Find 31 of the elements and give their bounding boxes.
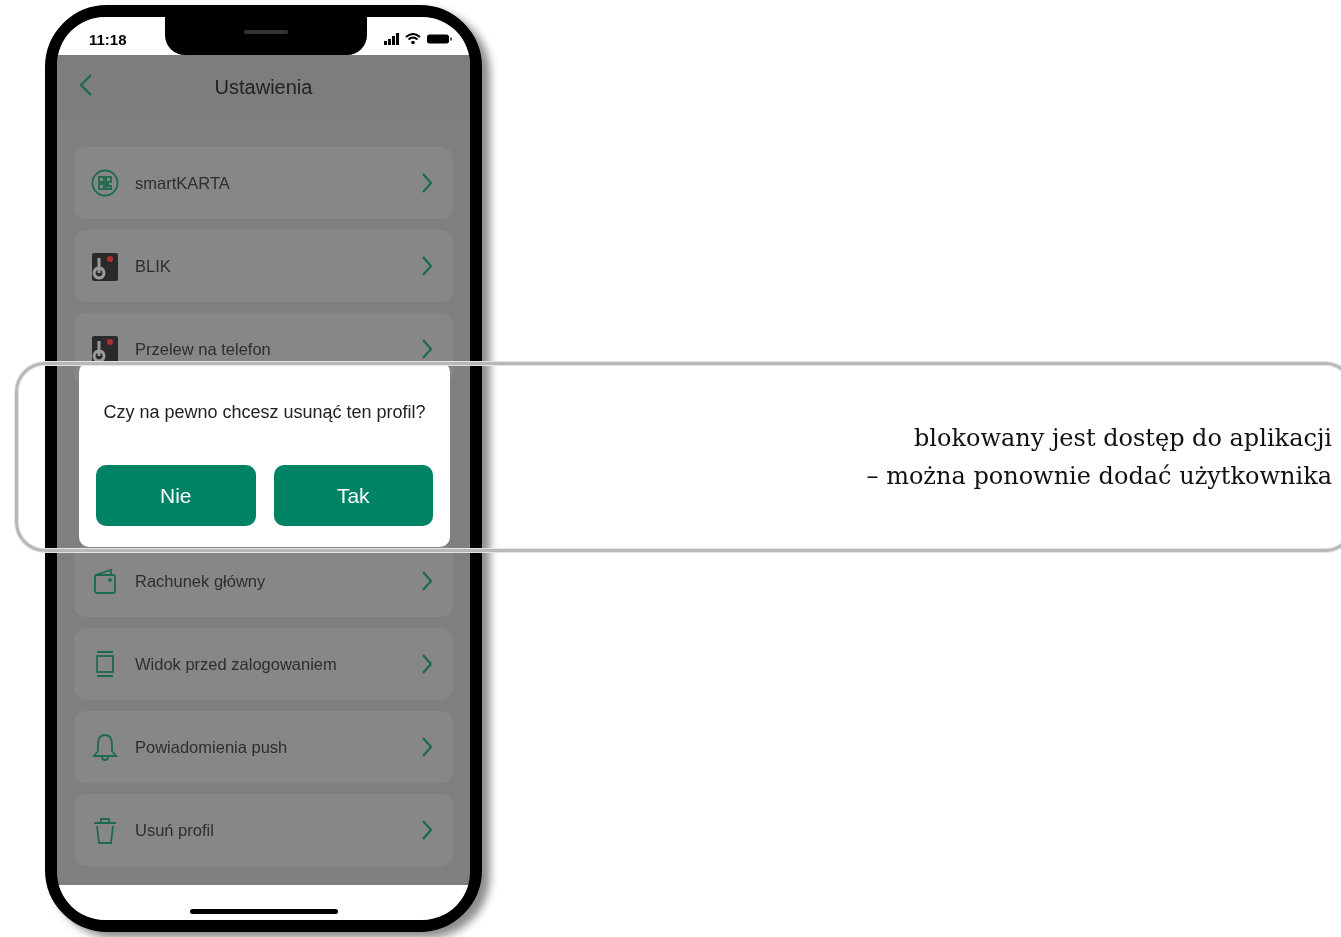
- chevron-right-icon: [421, 338, 433, 360]
- signal-icon: [384, 33, 399, 45]
- home-indicator[interactable]: [189, 909, 338, 914]
- settings-row[interactable]: Powiadomienia push: [74, 711, 453, 783]
- status-time: 11:18: [89, 30, 127, 48]
- dialog-button[interactable]: Nie: [96, 465, 256, 526]
- wallet-icon: [91, 566, 119, 596]
- back-icon[interactable]: [79, 73, 93, 97]
- b-logo-icon: [91, 251, 119, 281]
- trash-icon: [91, 815, 119, 845]
- chevron-right-icon: [421, 736, 433, 758]
- qr-code-icon: [91, 168, 119, 198]
- chevron-right-icon: [421, 570, 433, 592]
- settings-row[interactable]: smartKARTA: [74, 147, 453, 219]
- chevron-right-icon: [421, 255, 433, 277]
- chevron-right-icon: [421, 819, 433, 841]
- dialog-message: Czy na pewno chcesz usunąć ten profil?: [103, 402, 426, 423]
- settings-row[interactable]: Widok przed zalogowaniem: [74, 628, 453, 700]
- b-logo-icon: [91, 334, 119, 364]
- dialog-button[interactable]: Tak: [273, 465, 433, 526]
- callout-text: blokowany jest dostęp do aplikacji: [913, 423, 1332, 454]
- settings-row[interactable]: Usuń profil: [74, 794, 453, 866]
- settings-row[interactable]: Rachunek główny: [74, 545, 453, 617]
- callout-text: – można ponownie dodać użytkownika: [866, 461, 1332, 492]
- screen-title: Ustawienia: [214, 75, 313, 99]
- chevron-right-icon: [421, 172, 433, 194]
- chevron-right-icon: [421, 653, 433, 675]
- settings-row[interactable]: BLIK: [74, 230, 453, 302]
- wifi-icon: [405, 33, 421, 45]
- bell-icon: [91, 732, 119, 762]
- battery-icon: [427, 34, 452, 44]
